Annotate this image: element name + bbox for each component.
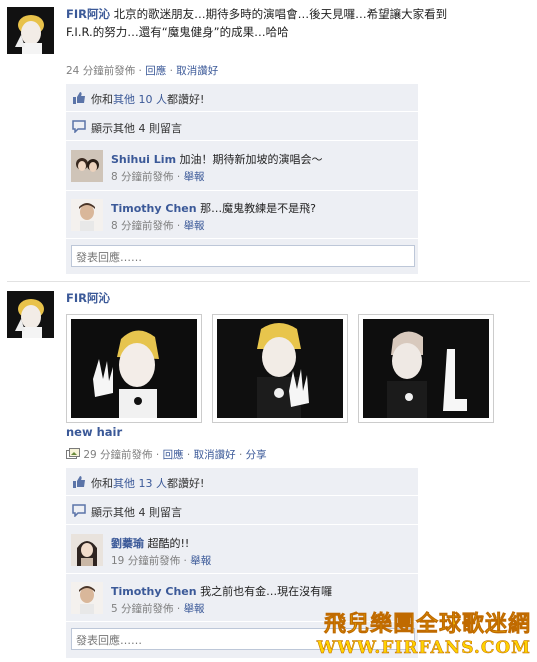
photo-strip — [66, 314, 496, 424]
comment-text: 我之前也有金…現在沒有囉 — [200, 585, 333, 598]
author-avatar[interactable] — [7, 7, 54, 54]
likes-suffix: 都讚好! — [167, 93, 205, 106]
comment-body: 劉蓁瑜 超酷的!! — [111, 535, 189, 551]
comment-item: Shihui Lim 加油！期待新加坡的演唱会～ 8 分鐘前發佈 · 舉報 — [66, 142, 418, 191]
reply-input[interactable]: 發表回應…… — [71, 245, 415, 267]
comment-text: 那…魔鬼教練是不是飛? — [200, 202, 316, 215]
reply-placeholder: 發表回應…… — [76, 634, 142, 647]
photo-album-icon — [66, 448, 80, 460]
post-text-line2: F.I.R.的努力…還有“魔鬼健身”的成果…哈哈 — [66, 25, 289, 39]
commenter-avatar[interactable] — [71, 199, 103, 231]
separator: · — [176, 603, 181, 615]
post-2: FIR阿沁 new hair 29 分鐘前發佈 · 回應 · 取消讚好 · 分享… — [0, 282, 537, 662]
view-comments-label: 顯示其他 — [91, 122, 135, 135]
post-meta: 29 分鐘前發佈 · 回應 · 取消讚好 · 分享 — [66, 447, 267, 462]
commenter-avatar[interactable] — [71, 150, 103, 182]
likes-others-link[interactable]: 其他 — [113, 93, 135, 106]
likes-text: 你和其他 13 人都讚好! — [91, 475, 204, 491]
separator: · — [155, 449, 160, 461]
likes-suffix: 都讚好! — [167, 477, 205, 490]
commenter-name[interactable]: Timothy Chen — [111, 585, 197, 598]
report-link[interactable]: 舉報 — [190, 555, 211, 567]
comment-time: 5 分鐘前發佈 — [111, 603, 174, 615]
unlike-link[interactable]: 取消讚好 — [176, 65, 218, 77]
comment-body: Timothy Chen 我之前也有金…現在沒有囉 — [111, 583, 332, 599]
view-comments-label: 顯示其他 — [91, 506, 135, 519]
photo-thumbnail[interactable] — [212, 314, 348, 423]
likes-prefix: 你和 — [91, 93, 113, 106]
author-avatar[interactable] — [7, 291, 54, 338]
watermark-url: WWW.FIRFANS.COM — [316, 638, 531, 659]
likes-count-link[interactable]: 10 人 — [139, 93, 168, 106]
author-name[interactable]: FIR阿沁 — [66, 7, 110, 21]
view-comments-link[interactable]: 顯示其他 4 則留言 — [91, 504, 182, 520]
view-comments-row[interactable]: 顯示其他 4 則留言 — [66, 497, 418, 525]
comment-item: Timothy Chen 那…魔鬼教練是不是飛? 8 分鐘前發佈 · 舉報 — [66, 191, 418, 239]
share-link[interactable]: 分享 — [246, 449, 267, 461]
likes-others-link[interactable]: 其他 — [113, 477, 135, 490]
thumbs-up-icon — [72, 475, 86, 488]
separator: · — [169, 65, 173, 77]
comment-meta: 5 分鐘前發佈 · 舉報 — [111, 601, 205, 616]
comment-meta: 8 分鐘前發佈 · 舉報 — [111, 169, 205, 184]
comment-time: 19 分鐘前發佈 — [111, 555, 181, 567]
post-meta: 24 分鐘前發佈 · 回應 · 取消讚好 — [66, 63, 218, 78]
reply-link[interactable]: 回應 — [145, 65, 166, 77]
commenter-avatar[interactable] — [71, 534, 103, 566]
report-link[interactable]: 舉報 — [184, 171, 205, 183]
commenter-name[interactable]: Timothy Chen — [111, 202, 197, 215]
view-comments-count: 4 則留言 — [138, 122, 183, 135]
view-comments-row[interactable]: 顯示其他 4 則留言 — [66, 113, 418, 141]
comment-body: Shihui Lim 加油！期待新加坡的演唱会～ — [111, 151, 323, 167]
separator: · — [138, 65, 142, 77]
thumbs-up-icon — [72, 91, 86, 104]
photo-caption[interactable]: new hair — [66, 425, 122, 439]
view-comments-link[interactable]: 顯示其他 4 則留言 — [91, 120, 182, 136]
site-watermark: 飛兒樂團全球歌迷網 WWW.FIRFANS.COM — [316, 606, 531, 659]
commenter-name[interactable]: 劉蓁瑜 — [111, 537, 144, 550]
post-time[interactable]: 24 分鐘前發佈 — [66, 65, 135, 77]
comment-text: 超酷的!! — [147, 537, 190, 550]
comment-time: 8 分鐘前發佈 — [111, 171, 174, 183]
post-text: FIR阿沁 北京的歌迷朋友…期待多時的演唱會…後天見囉…希望讓大家看到 F.I.… — [66, 5, 528, 41]
comment-bubble-icon — [72, 504, 86, 518]
feedback-panel: 你和其他 10 人都讚好! 顯示其他 4 則留言 Shihui Lim 加油！期… — [66, 84, 418, 274]
comment-time: 8 分鐘前發佈 — [111, 220, 174, 232]
separator: · — [176, 171, 181, 183]
author-name[interactable]: FIR阿沁 — [66, 291, 110, 305]
comment-text: 加油！期待新加坡的演唱会～ — [179, 153, 323, 166]
view-comments-count: 4 則留言 — [138, 506, 183, 519]
post-text-line1: 北京的歌迷朋友…期待多時的演唱會…後天見囉…希望讓大家看到 — [113, 7, 448, 21]
report-link[interactable]: 舉報 — [184, 220, 205, 232]
photo-thumbnail[interactable] — [358, 314, 494, 423]
likes-text: 你和其他 10 人都讚好! — [91, 91, 204, 107]
comment-bubble-icon — [72, 120, 86, 134]
separator: · — [238, 449, 243, 461]
separator: · — [176, 220, 181, 232]
comment-meta: 19 分鐘前發佈 · 舉報 — [111, 553, 211, 568]
reply-placeholder: 發表回應…… — [76, 251, 142, 264]
likes-count-link[interactable]: 13 人 — [139, 477, 168, 490]
post-time[interactable]: 29 分鐘前發佈 — [83, 449, 152, 461]
post-1: FIR阿沁 北京的歌迷朋友…期待多時的演唱會…後天見囉…希望讓大家看到 F.I.… — [0, 0, 537, 282]
reply-link[interactable]: 回應 — [163, 449, 184, 461]
separator: · — [183, 555, 187, 567]
report-link[interactable]: 舉報 — [184, 603, 205, 615]
comment-meta: 8 分鐘前發佈 · 舉報 — [111, 218, 205, 233]
commenter-avatar[interactable] — [71, 582, 103, 614]
likes-row: 你和其他 13 人都讚好! — [66, 468, 418, 496]
post-text: FIR阿沁 — [66, 289, 528, 307]
photo-thumbnail[interactable] — [66, 314, 202, 423]
separator: · — [186, 449, 191, 461]
comment-body: Timothy Chen 那…魔鬼教練是不是飛? — [111, 200, 316, 216]
commenter-name[interactable]: Shihui Lim — [111, 153, 176, 166]
watermark-title: 飛兒樂團全球歌迷網 — [323, 611, 531, 638]
unlike-link[interactable]: 取消讚好 — [194, 449, 236, 461]
comment-item: 劉蓁瑜 超酷的!! 19 分鐘前發佈 · 舉報 — [66, 526, 418, 574]
likes-row: 你和其他 10 人都讚好! — [66, 84, 418, 112]
likes-prefix: 你和 — [91, 477, 113, 490]
